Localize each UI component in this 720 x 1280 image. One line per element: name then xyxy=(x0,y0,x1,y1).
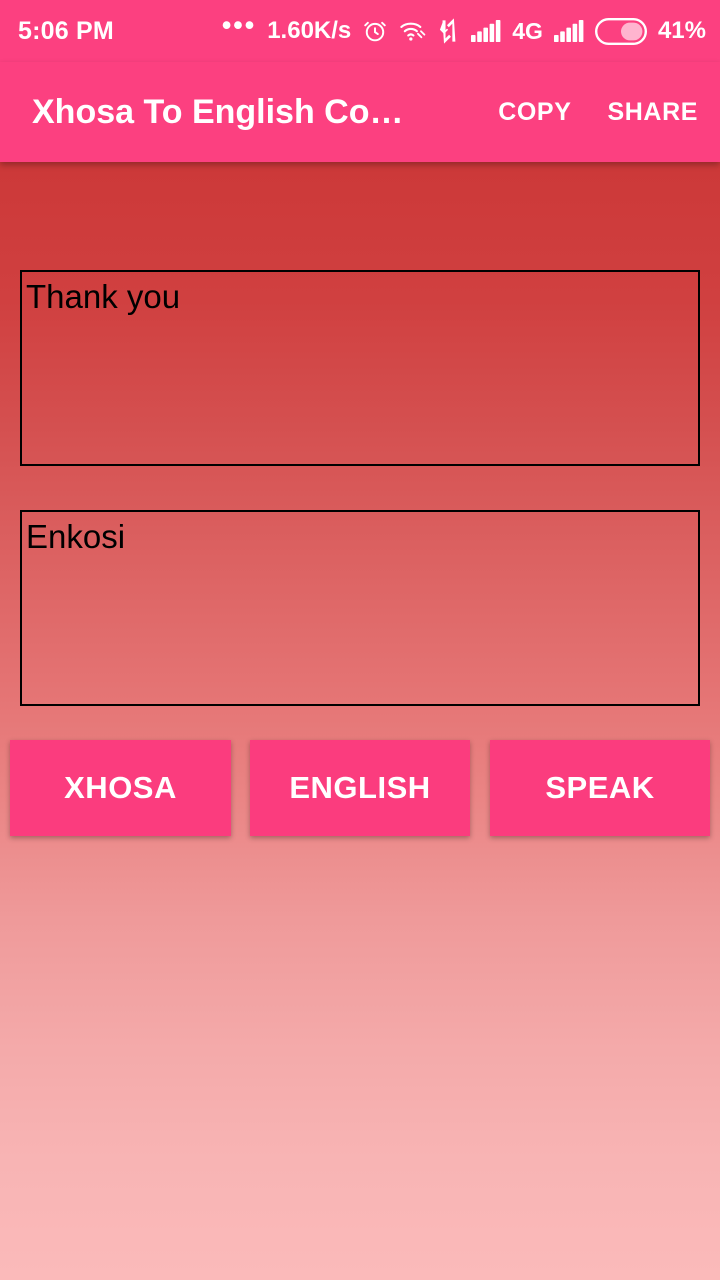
xhosa-button[interactable]: XHOSA xyxy=(10,740,231,836)
status-bar-icons: ••• 1.60K/s 4G 41% xyxy=(221,10,706,45)
share-button[interactable]: SHARE xyxy=(607,98,698,127)
wifi-icon xyxy=(399,18,427,44)
network-speed-label: 1.60K/s xyxy=(267,17,352,44)
status-bar: 5:06 PM ••• 1.60K/s 4G 41% xyxy=(0,0,720,62)
translated-text-input[interactable] xyxy=(20,510,700,706)
data-transfer-icon xyxy=(438,18,460,44)
page-title: Xhosa To English Co… xyxy=(32,92,404,131)
battery-icon xyxy=(594,17,647,45)
english-button[interactable]: ENGLISH xyxy=(250,740,470,836)
app-bar: Xhosa To English Co… COPY SHARE xyxy=(0,62,720,162)
battery-percent-label: 41% xyxy=(657,17,706,44)
speak-button[interactable]: SPEAK xyxy=(490,740,710,836)
alarm-icon xyxy=(362,18,388,44)
network-type-label: 4G xyxy=(512,17,543,44)
copy-button[interactable]: COPY xyxy=(498,98,571,127)
signal-bars-icon xyxy=(471,19,501,43)
status-bar-time: 5:06 PM xyxy=(18,16,114,45)
signal-bars-icon-2 xyxy=(553,19,584,43)
overflow-dots-icon: ••• xyxy=(221,10,257,40)
app-bar-actions: COPY SHARE xyxy=(498,98,698,127)
source-text-input[interactable] xyxy=(20,270,700,466)
